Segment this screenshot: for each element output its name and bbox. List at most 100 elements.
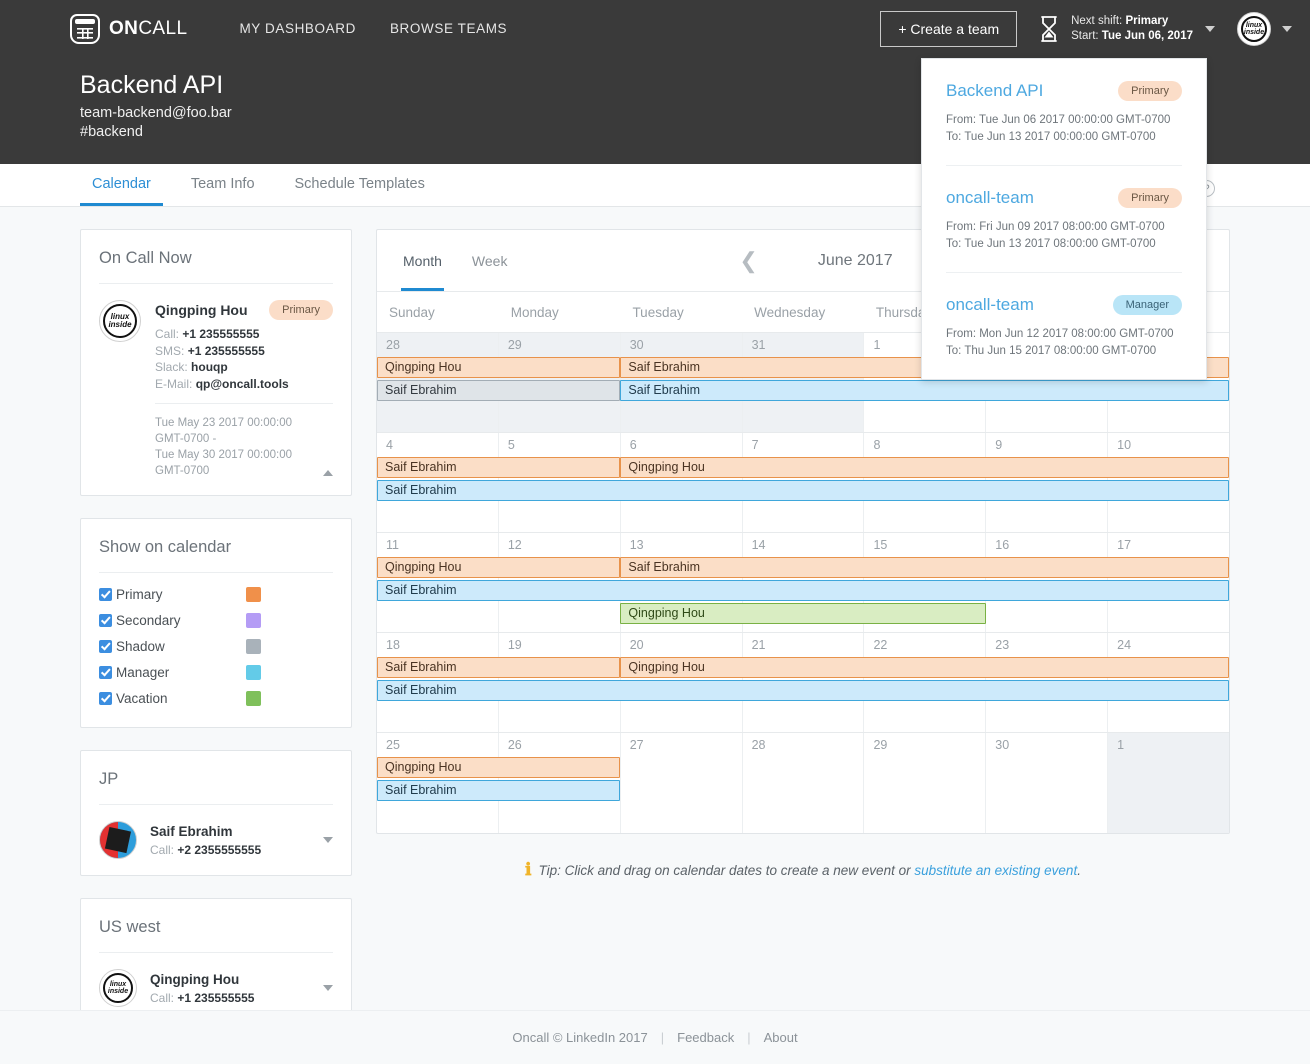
filter-label-primary: Primary [116,587,163,602]
chevron-down-icon[interactable] [1205,26,1215,32]
calendar-day-number: 24 [1108,633,1229,652]
calendar-filter-list: Primary Secondary Shadow [99,573,333,727]
calendar-view-week[interactable]: Week [470,233,510,291]
show-on-calendar-title: Show on calendar [99,519,333,573]
calendar-event-manager[interactable]: Saif Ebrahim [620,380,1229,401]
roster-person-call: Call: +1 235555555 [150,991,310,1005]
filter-label-shadow: Shadow [116,639,165,654]
calendar-event-primary[interactable]: Saif Ebrahim [620,557,1229,578]
calendar-event-primary[interactable]: Qingping Hou [377,557,620,578]
main-nav-links: MY DASHBOARD BROWSE TEAMS [239,21,507,36]
nav-link-browse-teams[interactable]: BROWSE TEAMS [390,21,507,36]
shift-role-badge: Manager [1113,295,1182,315]
on-call-now-card: On Call Now linuxinside Qingping Hou Pri… [80,229,352,496]
substitute-event-link[interactable]: substitute an existing event [914,863,1077,878]
hourglass-icon [1039,15,1059,43]
checkbox-vacation[interactable] [99,692,112,705]
shift-team-link[interactable]: oncall-team [946,295,1034,315]
shift-team-link[interactable]: oncall-team [946,188,1034,208]
shift-from: From: Tue Jun 06 2017 00:00:00 GMT-0700 [946,112,1182,129]
footer-link-about[interactable]: About [764,1030,798,1045]
calendar-day-cell[interactable]: 29 [864,733,986,833]
footer-link-feedback[interactable]: Feedback [677,1030,734,1045]
calendar-day-cell[interactable]: 1 [1108,733,1229,833]
calendar-event-manager[interactable]: Saif Ebrahim [377,580,1229,601]
shift-team-link[interactable]: Backend API [946,81,1043,101]
calendar-day-cell[interactable]: 30 [986,733,1108,833]
calendar-event-manager[interactable]: Saif Ebrahim [377,780,620,801]
filter-label-manager: Manager [116,665,169,680]
calendar-event-manager[interactable]: Saif Ebrahim [377,480,1229,501]
tab-schedule-templates[interactable]: Schedule Templates [283,176,437,206]
roster-person-name: Qingping Hou [150,972,310,987]
calendar-event-primary[interactable]: Qingping Hou [620,657,1229,678]
chevron-left-icon[interactable]: ❮ [739,250,757,272]
filter-label-vacation: Vacation [116,691,168,706]
tab-calendar[interactable]: Calendar [80,176,163,206]
calendar-day-number: 30 [986,733,1107,752]
calendar-day-cell[interactable]: 28 [743,733,865,833]
chevron-down-icon[interactable] [323,985,333,991]
show-on-calendar-card: Show on calendar Primary Secondary Shado… [80,518,352,728]
filter-row-shadow[interactable]: Shadow [99,639,333,654]
chevron-up-icon[interactable] [323,470,333,476]
calendar-day-number: 27 [621,733,742,752]
calendar-day-number: 28 [377,333,498,352]
shift-dropdown-item[interactable]: Backend API Primary From: Tue Jun 06 201… [946,59,1182,166]
calendar-event-primary[interactable]: Saif Ebrahim [377,457,620,478]
filter-row-primary[interactable]: Primary [99,587,333,602]
calendar-tip: ℹTip: Click and drag on calendar dates t… [376,834,1230,880]
footer-copyright: Oncall © LinkedIn 2017 [512,1030,647,1045]
calendar-event-primary[interactable]: Qingping Hou [620,457,1229,478]
calendar-day-cell[interactable]: 27 [621,733,743,833]
calendar-week-row: 11121314151617Qingping HouSaif EbrahimSa… [377,533,1229,633]
calendar-event-primary[interactable]: Qingping Hou [377,757,620,778]
info-icon: ℹ [525,860,531,879]
chevron-down-icon[interactable] [323,837,333,843]
list-item[interactable]: linuxinside Qingping Hou Call: +1 235555… [99,969,333,1007]
calendar-day-number: 28 [743,733,864,752]
calendar-event-primary[interactable]: Saif Ebrahim [377,657,620,678]
shift-range[interactable]: Tue May 23 2017 00:00:00 GMT-0700 - Tue … [155,403,333,479]
tab-team-info[interactable]: Team Info [179,176,267,206]
calendar-event-primary[interactable]: Qingping Hou [377,357,620,378]
checkbox-secondary[interactable] [99,614,112,627]
calendar-week-row: 2526272829301Qingping HouSaif Ebrahim [377,733,1229,833]
shift-dropdown-item[interactable]: oncall-team Primary From: Fri Jun 09 201… [946,166,1182,273]
filter-row-vacation[interactable]: Vacation [99,691,333,706]
checkbox-shadow[interactable] [99,640,112,653]
filter-row-manager[interactable]: Manager [99,665,333,680]
shift-dropdown-item[interactable]: oncall-team Manager From: Mon Jun 12 201… [946,273,1182,379]
calendar-weeks: 28293031123Qingping HouSaif EbrahimSaif … [377,332,1229,833]
calendar-event-vacation[interactable]: Qingping Hou [620,603,985,624]
shift-item-header: oncall-team Manager [946,295,1182,315]
calendar-day-number: 29 [499,333,620,352]
calendar-day-number: 5 [499,433,620,452]
checkbox-manager[interactable] [99,666,112,679]
calendar-day-number: 12 [499,533,620,552]
calendar-day-number: 4 [377,433,498,452]
next-shift-dropdown-panel: Backend API Primary From: Tue Jun 06 201… [921,58,1207,380]
roster-card-us-west: US west linuxinside Qingping Hou Call: +… [80,898,352,1024]
filter-row-secondary[interactable]: Secondary [99,613,333,628]
brand-logo-link[interactable]: ONCALL [70,14,187,44]
contact-email-label: E-Mail: [155,377,192,391]
list-item[interactable]: Saif Ebrahim Call: +2 2355555555 [99,821,333,859]
calendar-event-shadow[interactable]: Saif Ebrahim [377,380,620,401]
shift-from: From: Mon Jun 12 2017 08:00:00 GMT-0700 [946,326,1182,343]
calendar-view-month[interactable]: Month [401,233,444,291]
roster-person-info: Qingping Hou Call: +1 235555555 [150,972,310,1005]
create-team-button[interactable]: + Create a team [880,11,1017,47]
user-menu-toggle[interactable]: linuxinside [1237,12,1292,46]
nav-link-my-dashboard[interactable]: MY DASHBOARD [239,21,355,36]
contact-email-value: qp@oncall.tools [196,377,289,391]
shift-range-line1: Tue May 23 2017 00:00:00 GMT-0700 - [155,415,317,447]
next-shift-dropdown-toggle[interactable]: Next shift: Primary Start: Tue Jun 06, 2… [1039,14,1215,44]
day-header-wednesday: Wednesday [742,292,864,332]
linux-inside-avatar: linuxinside [99,300,141,342]
chevron-down-icon[interactable] [1282,26,1292,32]
brand-name-bold: ON [109,18,138,39]
checkbox-primary[interactable] [99,588,112,601]
calendar-event-manager[interactable]: Saif Ebrahim [377,680,1229,701]
calendar-day-number: 8 [864,433,985,452]
